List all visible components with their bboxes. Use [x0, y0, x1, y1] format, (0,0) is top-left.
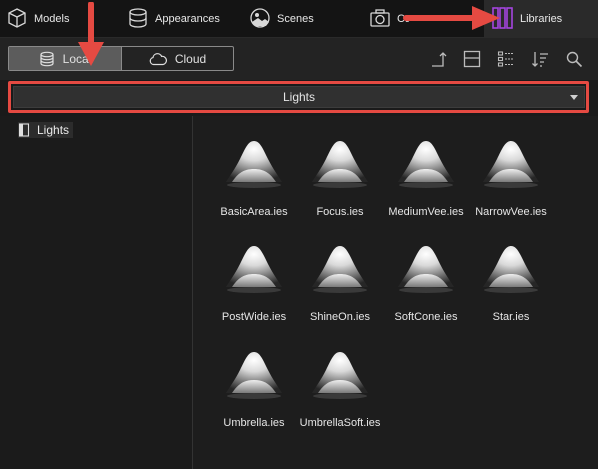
local-label: Local [62, 51, 92, 66]
cloud-button[interactable]: Cloud [121, 47, 233, 70]
list-view-icon[interactable] [497, 50, 515, 68]
go-up-icon[interactable] [430, 50, 448, 68]
light-file-name: BasicArea.ies [220, 206, 288, 218]
search-icon[interactable] [565, 50, 583, 68]
library-dropdown-value: Lights [282, 90, 316, 104]
library-dropdown[interactable]: Lights [13, 86, 585, 108]
library-books-icon [490, 6, 514, 33]
light-file-name: Focus.ies [316, 206, 364, 218]
light-file-name: MediumVee.ies [388, 206, 464, 218]
chevron-down-icon [570, 95, 578, 100]
tab-scenes-label: Scenes [277, 13, 314, 25]
light-file-item[interactable]: BasicArea.ies [211, 117, 297, 218]
light-file-item[interactable]: Focus.ies [297, 117, 383, 218]
database-icon [40, 51, 54, 66]
library-select-row: Lights [0, 80, 598, 116]
light-file-name: UmbrellaSoft.ies [299, 417, 381, 429]
light-file-name: SoftCone.ies [394, 311, 458, 323]
light-file-item[interactable]: ShineOn.ies [297, 222, 383, 323]
light-preview-icon [396, 137, 456, 203]
light-preview-icon [310, 348, 370, 414]
tab-models[interactable]: Models [6, 0, 69, 38]
tab-appearances-label: Appearances [155, 13, 220, 25]
light-file-name: Umbrella.ies [223, 417, 285, 429]
light-preview-icon [481, 242, 541, 308]
light-file-item[interactable]: Star.ies [468, 222, 554, 323]
light-preview-icon [224, 348, 284, 414]
light-preview-icon [224, 242, 284, 308]
tab-models-label: Models [34, 13, 70, 25]
light-preview-icon [481, 137, 541, 203]
source-toggle: Local Cloud [8, 46, 234, 71]
local-button[interactable]: Local [9, 47, 121, 70]
cloud-label: Cloud [174, 51, 207, 66]
tab-scenes[interactable]: Scenes [249, 0, 314, 38]
light-file-name: Star.ies [492, 311, 530, 323]
folder-tree: Lights [0, 116, 193, 469]
light-preview-icon [224, 137, 284, 203]
light-preview-icon [310, 242, 370, 308]
light-file-name: NarrowVee.ies [475, 206, 547, 218]
light-file-item[interactable]: PostWide.ies [211, 222, 297, 323]
light-file-name: ShineOn.ies [310, 311, 370, 323]
cube-icon [6, 7, 28, 32]
camera-icon [369, 7, 391, 32]
tab-appearances[interactable]: Appearances [127, 0, 220, 38]
tree-item-lights[interactable]: Lights [18, 122, 74, 138]
light-preview-icon [396, 242, 456, 308]
light-file-item[interactable]: UmbrellaSoft.ies [297, 328, 383, 429]
light-file-item[interactable]: MediumVee.ies [383, 117, 469, 218]
tab-libraries-label: Libraries [520, 13, 563, 25]
panel-layout-icon[interactable] [463, 50, 481, 68]
light-file-item[interactable]: NarrowVee.ies [468, 117, 554, 218]
tab-libraries[interactable]: Libraries [484, 0, 598, 38]
landscape-icon [249, 7, 271, 32]
tab-cameras[interactable]: Cameras [369, 0, 409, 38]
light-preview-icon [310, 137, 370, 203]
light-file-name: PostWide.ies [221, 311, 287, 323]
tree-item-label: Lights [37, 123, 70, 137]
light-file-item[interactable]: SoftCone.ies [383, 222, 469, 323]
cloud-icon [149, 52, 167, 65]
tab-cameras-label: Cameras [397, 13, 409, 25]
light-file-item[interactable]: Umbrella.ies [211, 328, 297, 429]
cylinder-icon [127, 7, 149, 32]
sort-icon[interactable] [531, 50, 549, 68]
light-files-grid: BasicArea.ies Focus.ies MediumVee.ies Na… [194, 116, 598, 469]
folder-icon [18, 123, 30, 137]
top-tab-bar: Models Appearances Scenes Cameras Librar… [0, 0, 598, 38]
library-toolbar: Local Cloud [0, 38, 598, 80]
